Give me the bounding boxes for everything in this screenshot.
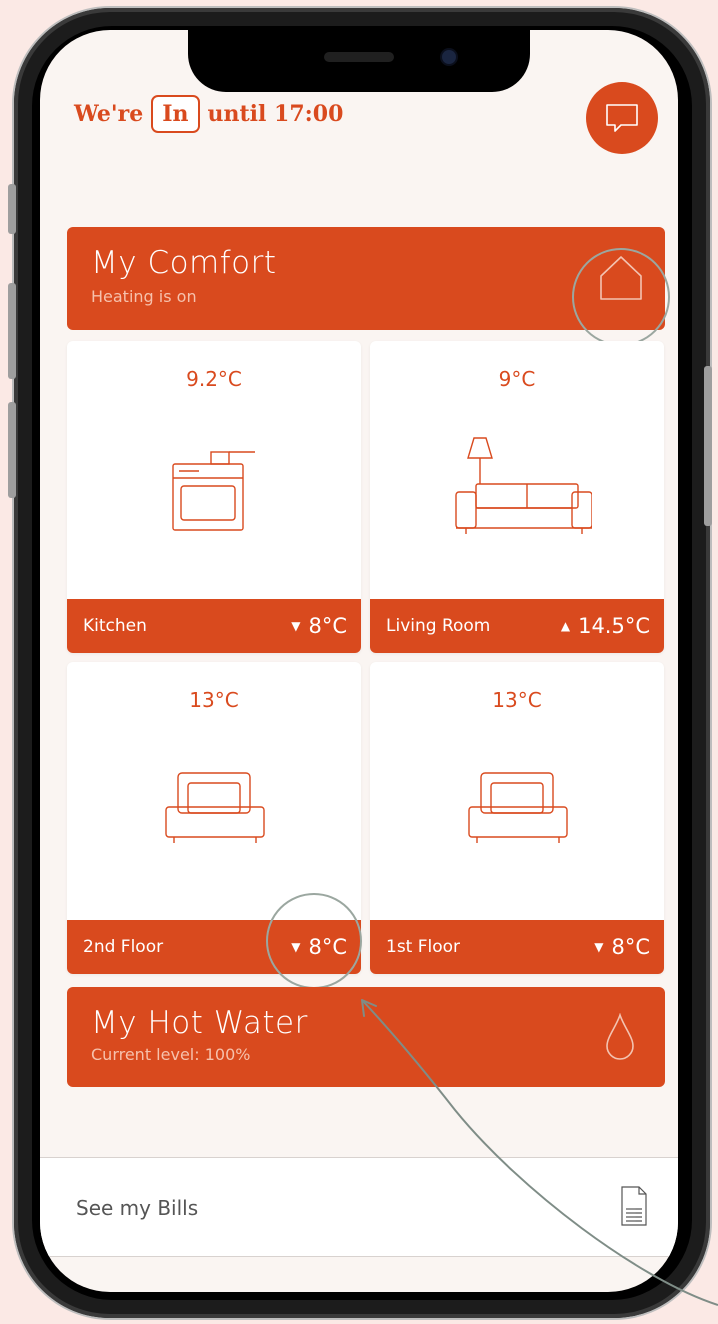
annotation-arrow <box>361 999 718 1306</box>
